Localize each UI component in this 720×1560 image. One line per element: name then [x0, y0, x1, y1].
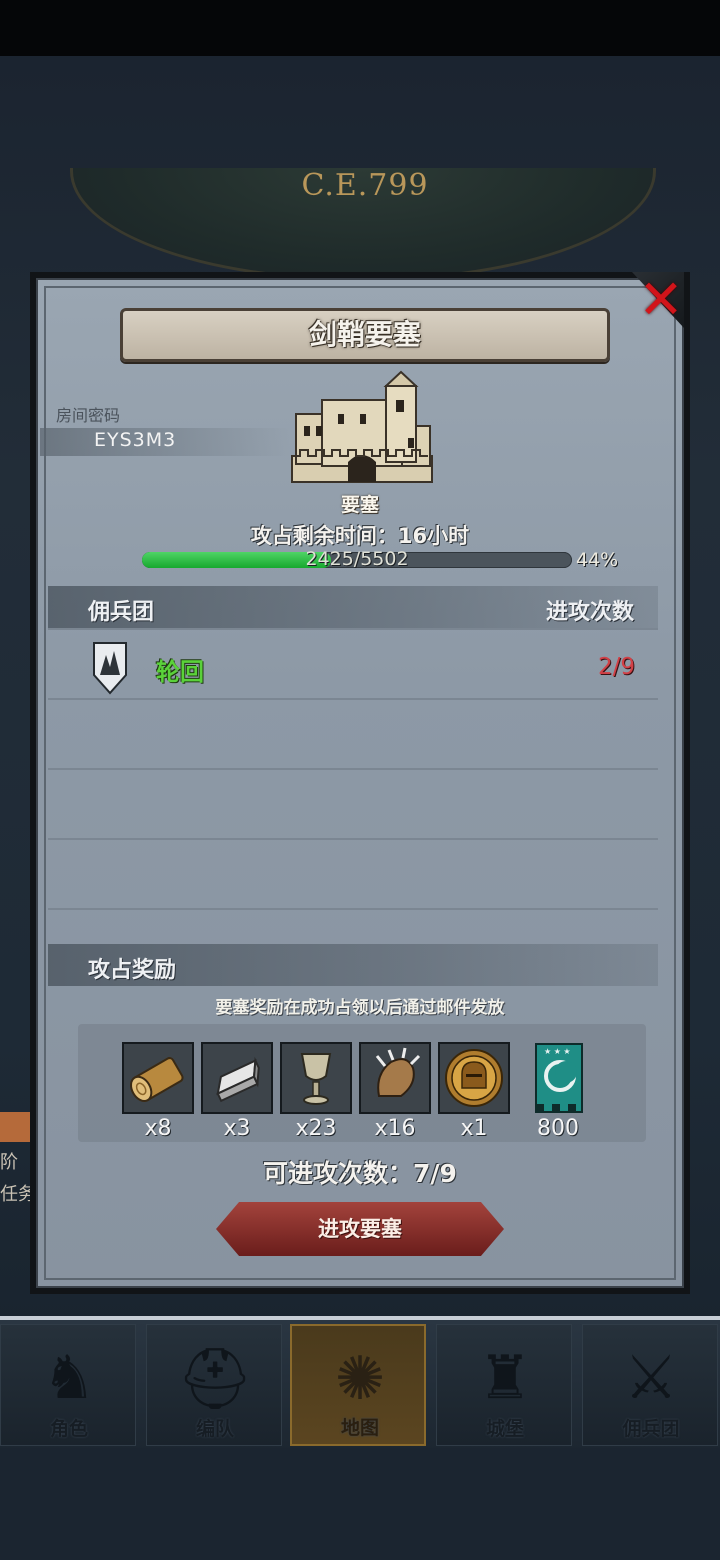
- item-count: x8: [144, 1116, 172, 1141]
- tab-label: 城堡: [485, 1418, 524, 1440]
- tab-castle[interactable]: ♜ 城堡: [436, 1324, 572, 1446]
- compass-icon: ✺: [334, 1344, 386, 1414]
- room-code-value[interactable]: EYS3M3: [94, 429, 176, 451]
- tab-mercenary[interactable]: ⚔ 佣兵团: [582, 1324, 718, 1446]
- row-divider: [48, 908, 658, 910]
- mercenary-icon: ⚔: [624, 1343, 678, 1413]
- item-count: x23: [295, 1116, 337, 1141]
- reward-section-title: 攻占奖励: [88, 958, 177, 983]
- reward-note: 要塞奖励在成功占领以后通过邮件发放: [215, 998, 505, 1018]
- castle-icon: ♜: [478, 1343, 532, 1413]
- guild-name[interactable]: 轮回: [156, 652, 204, 687]
- svg-text:★ ★ ★: ★ ★ ★: [544, 1047, 571, 1056]
- item-count: 800: [537, 1116, 579, 1141]
- tab-character[interactable]: ♞ 角色: [0, 1324, 136, 1446]
- knight-icon: ♞: [42, 1343, 96, 1413]
- system-nav-area: [0, 1448, 720, 1560]
- close-icon[interactable]: ✕: [636, 272, 686, 328]
- tab-label: 佣兵团: [622, 1418, 680, 1440]
- helmet-icon: ⛑: [176, 1344, 254, 1414]
- guild-attack-count: 2/9: [598, 654, 636, 680]
- goblet-icon[interactable]: [280, 1042, 352, 1114]
- iron-ingot-icon[interactable]: [201, 1042, 273, 1114]
- capture-progress-percent: 44%: [576, 549, 619, 571]
- capture-progress-text: 2425/5502: [305, 548, 409, 570]
- side-task-icon[interactable]: [0, 1112, 30, 1142]
- wood-log-icon[interactable]: [122, 1042, 194, 1114]
- guild-shield-icon: [93, 642, 127, 695]
- tab-formation[interactable]: ⛑ 编队: [146, 1324, 282, 1446]
- modal-title: 剑鞘要塞: [308, 318, 421, 351]
- attacks-column-header: 进攻次数: [546, 600, 635, 625]
- item-count: x3: [223, 1116, 251, 1141]
- guild-section-title: 佣兵团: [88, 600, 155, 625]
- row-divider: [48, 838, 658, 840]
- tab-label: 编队: [195, 1418, 234, 1440]
- item-count: x16: [374, 1116, 416, 1141]
- tab-label: 角色: [49, 1418, 88, 1440]
- tab-label: 地图: [340, 1417, 379, 1439]
- year-label: C.E.799: [301, 168, 429, 203]
- item-count: x1: [460, 1116, 488, 1141]
- status-bar-area: [0, 0, 720, 56]
- row-divider: [48, 628, 658, 630]
- time-remaining: 攻占剩余时间：16小时: [250, 524, 470, 548]
- helmet-medal-icon[interactable]: [438, 1042, 510, 1114]
- attack-fortress-label[interactable]: 进攻要塞: [216, 1202, 504, 1256]
- tab-map[interactable]: ✺ 地图: [290, 1324, 426, 1446]
- building-type-label: 要塞: [340, 494, 379, 516]
- banner-icon[interactable]: ★ ★ ★: [522, 1042, 594, 1114]
- claw-icon[interactable]: [359, 1042, 431, 1114]
- room-code-label: 房间密码: [56, 406, 121, 425]
- castle-icon: [291, 370, 433, 483]
- row-divider: [48, 698, 658, 700]
- row-divider: [48, 768, 658, 770]
- side-hint-1: 阶: [0, 1152, 18, 1173]
- available-attacks: 可进攻次数：7/9: [263, 1159, 457, 1188]
